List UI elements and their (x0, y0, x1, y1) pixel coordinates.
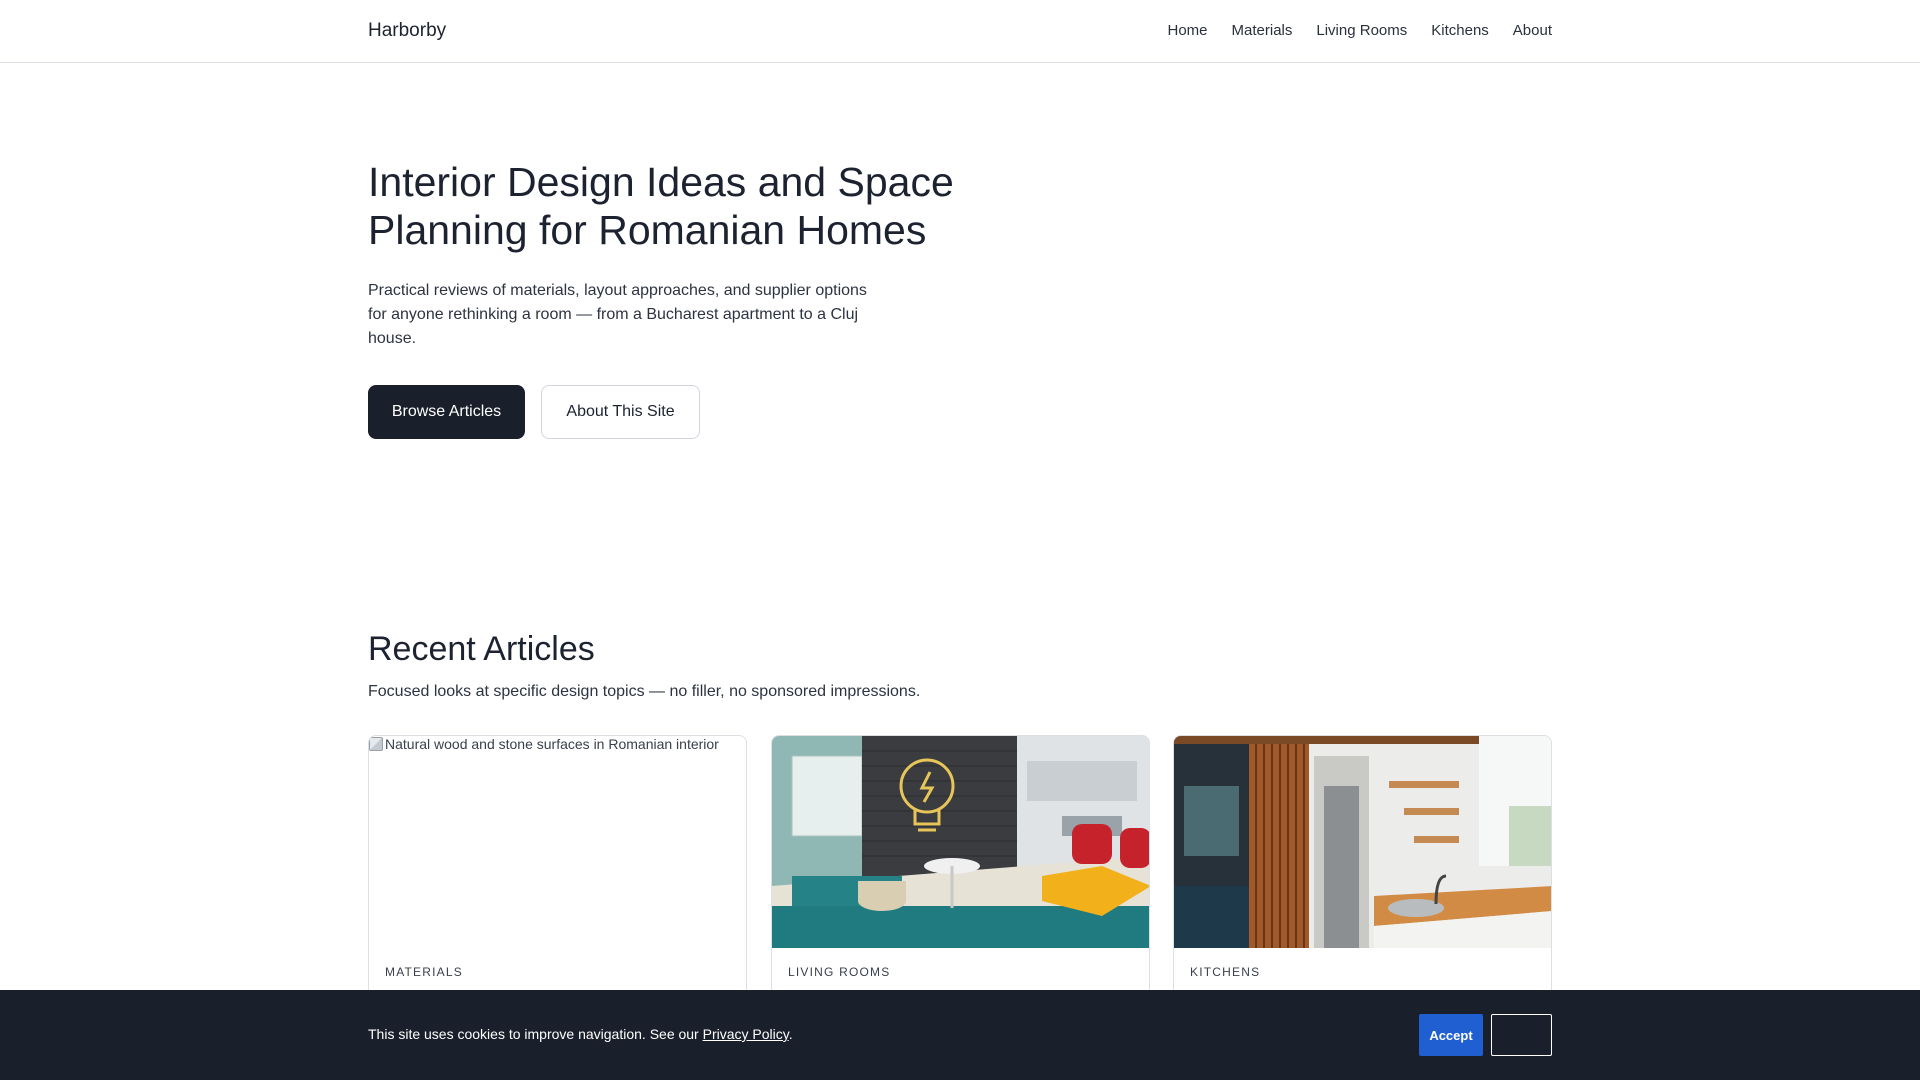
card-category: KITCHENS (1190, 965, 1261, 979)
privacy-policy-link[interactable]: Privacy Policy (703, 1026, 789, 1042)
accept-cookies-button[interactable]: Accept (1419, 1014, 1483, 1056)
hero-title: Interior Design Ideas and Space Planning… (368, 159, 954, 253)
broken-image-icon (369, 737, 383, 751)
nav-home[interactable]: Home (1168, 22, 1208, 39)
card-image-living-rooms[interactable] (772, 736, 1149, 948)
recent-articles-subtitle: Focused looks at specific design topics … (368, 683, 921, 700)
reject-cookies-button[interactable] (1491, 1014, 1552, 1056)
nav-about[interactable]: About (1513, 22, 1552, 39)
main-nav: Home Materials Living Rooms Kitchens Abo… (1168, 22, 1553, 39)
site-header: Harborby Home Materials Living Rooms Kit… (0, 0, 1920, 63)
about-site-button[interactable]: About This Site (541, 385, 700, 439)
recent-articles-title: Recent Articles (368, 630, 595, 668)
cookie-text: This site uses cookies to improve naviga… (368, 1026, 703, 1042)
card-image-kitchens[interactable] (1174, 736, 1551, 948)
hero-subtitle: Practical reviews of materials, layout a… (368, 282, 867, 347)
image-alt-text: Natural wood and stone surfaces in Roman… (385, 736, 719, 752)
cookie-message: This site uses cookies to improve naviga… (368, 1026, 793, 1042)
cookie-suffix: . (788, 1026, 793, 1042)
card-category: LIVING ROOMS (788, 965, 891, 979)
card-image-materials[interactable]: Natural wood and stone surfaces in Roman… (369, 736, 746, 948)
kitchen-illustration (1174, 736, 1551, 948)
browse-articles-button[interactable]: Browse Articles (368, 385, 525, 439)
cookie-banner: This site uses cookies to improve naviga… (0, 990, 1920, 1080)
nav-materials[interactable]: Materials (1232, 22, 1293, 39)
nav-kitchens[interactable]: Kitchens (1431, 22, 1489, 39)
brand-logo[interactable]: Harborby (368, 20, 446, 42)
living-room-illustration (772, 736, 1149, 948)
nav-living-rooms[interactable]: Living Rooms (1316, 22, 1407, 39)
card-category: MATERIALS (385, 965, 463, 979)
broken-image-alt: Natural wood and stone surfaces in Roman… (369, 736, 719, 752)
